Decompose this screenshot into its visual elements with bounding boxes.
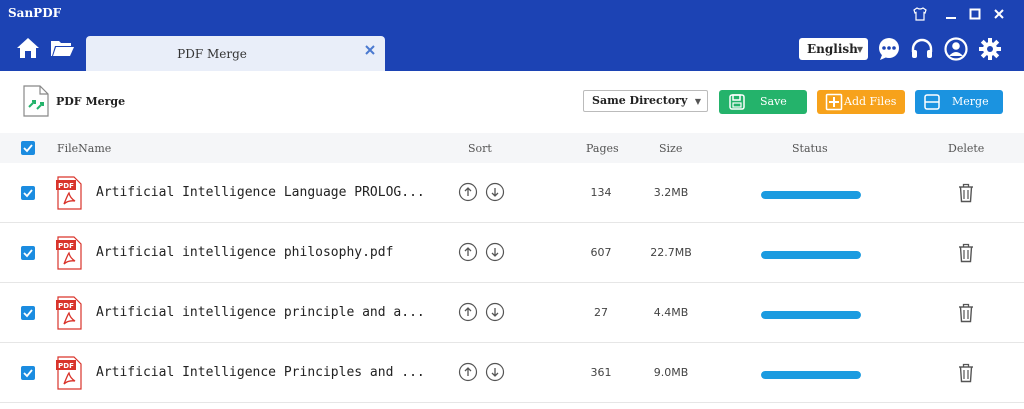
pdf-merge-icon bbox=[22, 85, 50, 117]
chat-icon[interactable] bbox=[877, 37, 901, 61]
svg-text:PDF: PDF bbox=[58, 362, 74, 370]
svg-text:PDF: PDF bbox=[58, 302, 74, 310]
toolbar: PDF Merge Same Directory ▼ Save Add File… bbox=[0, 71, 1024, 133]
merge-button[interactable]: Merge bbox=[915, 90, 1003, 114]
add-files-label: Add Files bbox=[844, 95, 897, 108]
status-progress-bar bbox=[761, 311, 861, 319]
move-up-icon[interactable] bbox=[458, 362, 478, 382]
delete-trash-icon[interactable] bbox=[958, 363, 974, 383]
row-checkbox[interactable] bbox=[21, 306, 35, 320]
merge-icon bbox=[923, 93, 941, 111]
move-up-icon[interactable] bbox=[458, 302, 478, 322]
header-status: Status bbox=[792, 142, 828, 155]
delete-trash-icon[interactable] bbox=[958, 183, 974, 203]
add-files-button[interactable]: Add Files bbox=[817, 90, 905, 114]
home-icon[interactable] bbox=[15, 35, 41, 61]
status-progress-fill bbox=[761, 311, 861, 319]
chevron-down-icon: ▼ bbox=[856, 44, 863, 54]
toolbar-title: PDF Merge bbox=[56, 95, 126, 108]
tab-pdf-merge[interactable]: PDF Merge bbox=[86, 36, 385, 71]
table-row[interactable]: PDF Artificial Intelligence Principles a… bbox=[0, 343, 1024, 403]
page-count: 361 bbox=[590, 366, 612, 379]
table-header: FileName Sort Pages Size Status Delete bbox=[0, 133, 1024, 163]
user-icon[interactable] bbox=[944, 37, 968, 61]
maximize-icon[interactable] bbox=[965, 4, 985, 24]
status-progress-bar bbox=[761, 191, 861, 199]
pdf-file-icon: PDF bbox=[55, 296, 83, 330]
title-bar: SanPDF bbox=[0, 0, 1024, 27]
language-value: English bbox=[807, 42, 858, 56]
nav-bar: PDF Merge English ▼ bbox=[0, 27, 1024, 71]
save-icon bbox=[728, 93, 746, 111]
table-row[interactable]: PDF Artificial intelligence principle an… bbox=[0, 283, 1024, 343]
header-delete: Delete bbox=[948, 142, 985, 155]
file-name: Artificial intelligence philosophy.pdf bbox=[96, 245, 394, 260]
file-size: 22.7MB bbox=[650, 246, 692, 259]
row-checkbox[interactable] bbox=[21, 186, 35, 200]
delete-trash-icon[interactable] bbox=[958, 243, 974, 263]
app-title: SanPDF bbox=[8, 6, 62, 20]
folder-icon[interactable] bbox=[49, 35, 75, 61]
minimize-icon[interactable] bbox=[941, 4, 961, 24]
tab-close-icon[interactable] bbox=[363, 44, 377, 58]
language-select[interactable]: English ▼ bbox=[799, 38, 868, 60]
tab-label: PDF Merge bbox=[177, 47, 247, 61]
page-count: 27 bbox=[594, 306, 608, 319]
move-down-icon[interactable] bbox=[485, 302, 505, 322]
save-button[interactable]: Save bbox=[719, 90, 807, 114]
row-checkbox[interactable] bbox=[21, 366, 35, 380]
merge-label: Merge bbox=[952, 95, 989, 108]
file-size: 3.2MB bbox=[653, 186, 689, 199]
move-up-icon[interactable] bbox=[458, 182, 478, 202]
move-up-icon[interactable] bbox=[458, 242, 478, 262]
move-down-icon[interactable] bbox=[485, 182, 505, 202]
row-checkbox[interactable] bbox=[21, 246, 35, 260]
move-down-icon[interactable] bbox=[485, 242, 505, 262]
move-down-icon[interactable] bbox=[485, 362, 505, 382]
status-progress-bar bbox=[761, 371, 861, 379]
file-name: Artificial intelligence principle and a.… bbox=[96, 305, 425, 320]
delete-trash-icon[interactable] bbox=[958, 303, 974, 323]
page-count: 607 bbox=[590, 246, 612, 259]
pdf-file-icon: PDF bbox=[55, 176, 83, 210]
select-all-checkbox[interactable] bbox=[21, 141, 35, 155]
header-size: Size bbox=[659, 142, 683, 155]
status-progress-fill bbox=[761, 371, 861, 379]
headset-icon[interactable] bbox=[910, 37, 934, 61]
output-directory-select[interactable]: Same Directory ▼ bbox=[583, 90, 708, 112]
close-icon[interactable] bbox=[989, 4, 1009, 24]
page-count: 134 bbox=[590, 186, 612, 199]
svg-text:PDF: PDF bbox=[58, 242, 74, 250]
shirt-icon[interactable] bbox=[910, 4, 930, 24]
status-progress-bar bbox=[761, 251, 861, 259]
file-size: 4.4MB bbox=[653, 306, 689, 319]
table-row[interactable]: PDF Artificial intelligence philosophy.p… bbox=[0, 223, 1024, 283]
save-label: Save bbox=[760, 95, 787, 108]
file-name: Artificial Intelligence Principles and .… bbox=[96, 365, 425, 380]
chevron-down-icon: ▼ bbox=[694, 96, 701, 106]
status-progress-fill bbox=[761, 191, 861, 199]
table-row[interactable]: PDF Artificial Intelligence Language PRO… bbox=[0, 163, 1024, 223]
gear-icon[interactable] bbox=[978, 37, 1002, 61]
file-name: Artificial Intelligence Language PROLOG.… bbox=[96, 185, 425, 200]
header-pages: Pages bbox=[586, 142, 619, 155]
status-progress-fill bbox=[761, 251, 861, 259]
add-icon bbox=[825, 93, 843, 111]
directory-value: Same Directory bbox=[592, 94, 688, 107]
header-filename: FileName bbox=[57, 142, 112, 155]
header-sort: Sort bbox=[468, 142, 492, 155]
pdf-file-icon: PDF bbox=[55, 236, 83, 270]
file-size: 9.0MB bbox=[653, 366, 689, 379]
svg-text:PDF: PDF bbox=[58, 182, 74, 190]
pdf-file-icon: PDF bbox=[55, 356, 83, 390]
